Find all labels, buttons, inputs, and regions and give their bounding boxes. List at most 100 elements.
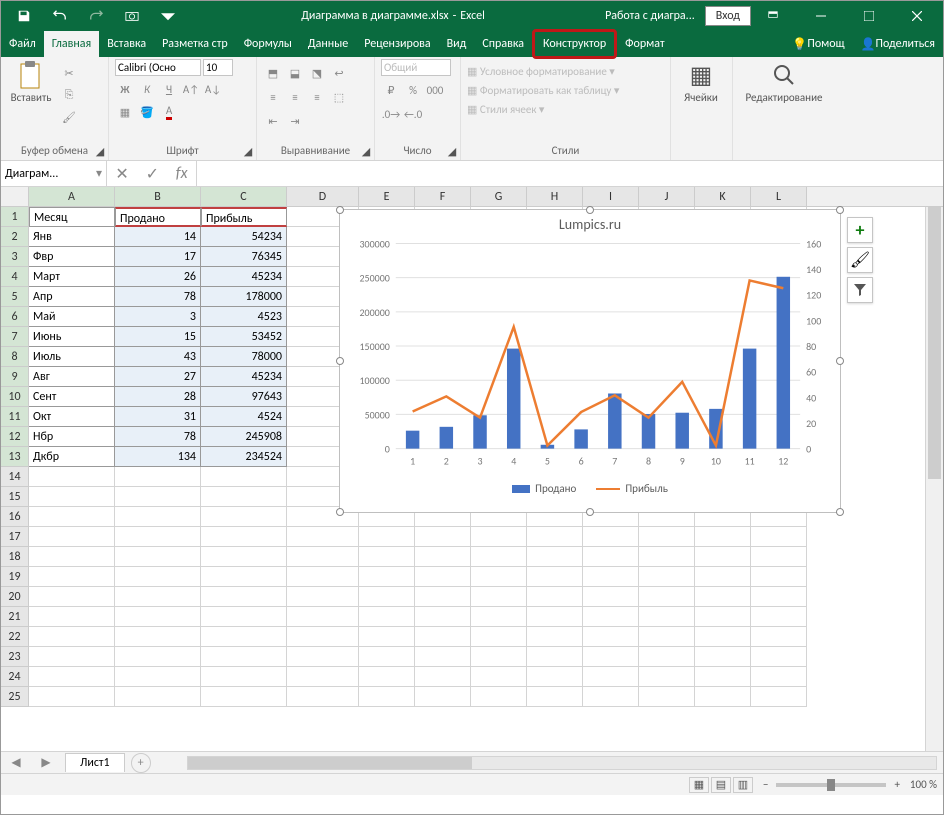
cell[interactable]: 78 [115,427,201,447]
indent-dec-icon[interactable]: ⇤ [263,111,283,131]
sheet-nav-prev[interactable]: ◀ [11,755,20,770]
cell[interactable] [115,527,201,547]
cell[interactable] [583,687,639,707]
row-header[interactable]: 17 [1,527,29,547]
column-header[interactable]: G [471,187,527,206]
cell[interactable] [115,507,201,527]
add-sheet-button[interactable]: + [131,753,151,773]
cell[interactable] [415,667,471,687]
cell[interactable] [29,567,115,587]
chart-plot-area[interactable]: 0500001000001500002000002500003000000204… [340,235,840,475]
font-size-select[interactable] [203,59,233,76]
cell[interactable] [695,687,751,707]
cell[interactable] [583,527,639,547]
italic-button[interactable]: К [137,79,157,99]
cell[interactable] [201,627,287,647]
cell[interactable] [29,627,115,647]
cell[interactable]: Месяц [29,207,115,227]
cell[interactable] [201,687,287,707]
cell[interactable]: Март [29,267,115,287]
borders-icon[interactable]: ▦ [115,102,135,122]
close-icon[interactable] [895,2,939,30]
name-box[interactable]: Диаграм...▾ [1,161,107,186]
column-header[interactable]: C [201,187,287,206]
cell[interactable]: Окт [29,407,115,427]
cell[interactable]: 53452 [201,327,287,347]
tab-home[interactable]: Главная [44,31,99,57]
cell[interactable] [29,647,115,667]
minimize-icon[interactable] [799,2,843,30]
cell[interactable] [415,647,471,667]
cell[interactable] [29,687,115,707]
cell[interactable] [583,647,639,667]
font-color-icon[interactable]: A [159,102,179,122]
column-header[interactable]: F [415,187,471,206]
column-header[interactable]: E [359,187,415,206]
merge-icon[interactable]: ⬚ [329,87,349,107]
row-header[interactable]: 2 [1,227,29,247]
row-header[interactable]: 24 [1,667,29,687]
cell[interactable] [695,547,751,567]
cell[interactable] [583,607,639,627]
cell[interactable] [583,567,639,587]
cell[interactable] [29,587,115,607]
cell[interactable] [359,567,415,587]
row-header[interactable]: 9 [1,367,29,387]
cell-styles-button[interactable]: ▦ Стили ячеек ▾ [467,103,544,116]
cell[interactable] [751,627,807,647]
save-icon[interactable] [11,3,37,29]
align-bottom-icon[interactable]: ⬔ [307,63,327,83]
normal-view-button[interactable]: ▦ [689,777,709,793]
align-top-icon[interactable]: ⬒ [263,63,283,83]
cell[interactable] [527,547,583,567]
cell[interactable] [115,647,201,667]
cell[interactable] [359,587,415,607]
cell[interactable] [415,567,471,587]
font-shrink-icon[interactable]: A↓ [203,79,223,99]
clipboard-dialog-launcher[interactable]: ◢ [94,145,106,157]
cell[interactable]: 31 [115,407,201,427]
zoom-out-button[interactable]: − [763,778,768,791]
underline-button[interactable]: Ч [159,79,179,99]
cell[interactable] [751,527,807,547]
cell[interactable]: 14 [115,227,201,247]
tab-view[interactable]: Вид [439,31,475,57]
cell[interactable] [471,587,527,607]
format-as-table-button[interactable]: ▦ Форматировать как таблицу ▾ [467,84,619,97]
column-header[interactable]: K [695,187,751,206]
cell[interactable] [201,467,287,487]
zoom-slider[interactable] [776,783,886,787]
cell[interactable] [471,667,527,687]
cell[interactable]: 78 [115,287,201,307]
editing-button[interactable]: Редактирование [739,59,829,104]
row-header[interactable]: 6 [1,307,29,327]
cell[interactable] [359,647,415,667]
share-button[interactable]: 👤 Поделиться [853,31,943,57]
row-header[interactable]: 7 [1,327,29,347]
align-right-icon[interactable]: ≡ [307,87,327,107]
cell[interactable]: Май [29,307,115,327]
cell[interactable] [287,587,359,607]
signin-button[interactable]: Вход [705,6,751,26]
row-header[interactable]: 25 [1,687,29,707]
cell[interactable] [115,547,201,567]
row-header[interactable]: 1 [1,207,29,227]
indent-inc-icon[interactable]: ⇥ [285,111,305,131]
decimal-dec-icon[interactable]: ←.0 [403,104,423,124]
worksheet-grid[interactable]: ABCDEFGHIJKL 1МесяцПроданоПрибыль2Янв145… [1,187,943,751]
cell[interactable] [359,547,415,567]
cell[interactable] [471,627,527,647]
tab-chart-design[interactable]: Конструктор [532,29,617,59]
cell[interactable] [751,567,807,587]
font-grow-icon[interactable]: A↑ [181,79,201,99]
row-header[interactable]: 20 [1,587,29,607]
cell[interactable] [359,607,415,627]
cell[interactable] [527,567,583,587]
comma-icon[interactable]: 000 [425,80,445,100]
cell[interactable] [287,547,359,567]
cell[interactable] [287,647,359,667]
cell[interactable] [415,687,471,707]
cell[interactable] [695,567,751,587]
cell[interactable] [751,667,807,687]
cell[interactable]: 78000 [201,347,287,367]
